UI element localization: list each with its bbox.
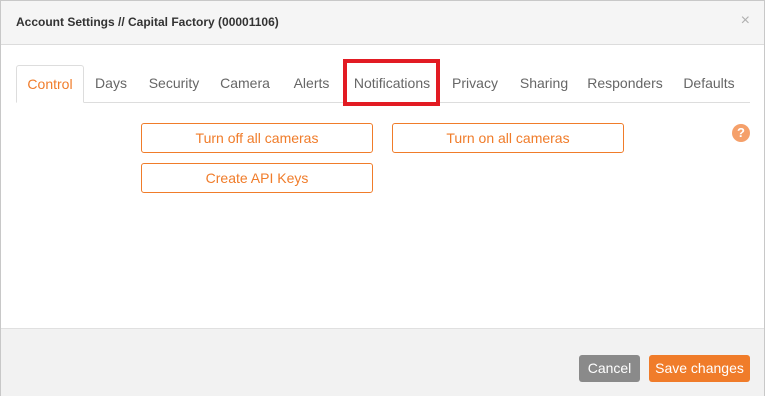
create-api-keys-button[interactable]: Create API Keys [141, 163, 373, 193]
dialog-title: Account Settings // Capital Factory (000… [16, 15, 279, 29]
tab-notifications[interactable]: Notifications [352, 65, 432, 101]
tab-defaults[interactable]: Defaults [680, 65, 738, 101]
help-icon[interactable]: ? [732, 124, 750, 142]
tab-control[interactable]: Control [16, 65, 84, 103]
save-changes-button[interactable]: Save changes [649, 355, 750, 382]
close-icon[interactable]: × [741, 11, 750, 31]
dialog-header: Account Settings // Capital Factory (000… [1, 1, 764, 45]
tab-security[interactable]: Security [142, 65, 206, 101]
tab-responders[interactable]: Responders [587, 65, 663, 101]
tab-alerts[interactable]: Alerts [287, 65, 336, 101]
tab-days[interactable]: Days [86, 65, 136, 101]
tab-camera[interactable]: Camera [215, 65, 275, 101]
turn-off-all-cameras-button[interactable]: Turn off all cameras [141, 123, 373, 153]
tab-privacy[interactable]: Privacy [448, 65, 502, 101]
dialog-footer: Cancel Save changes [1, 328, 764, 396]
tab-sharing[interactable]: Sharing [516, 65, 572, 101]
account-settings-dialog: Account Settings // Capital Factory (000… [0, 0, 765, 396]
settings-tabs: Control Days Security Camera Alerts Noti… [16, 65, 750, 103]
cancel-button[interactable]: Cancel [579, 355, 640, 382]
turn-on-all-cameras-button[interactable]: Turn on all cameras [392, 123, 624, 153]
